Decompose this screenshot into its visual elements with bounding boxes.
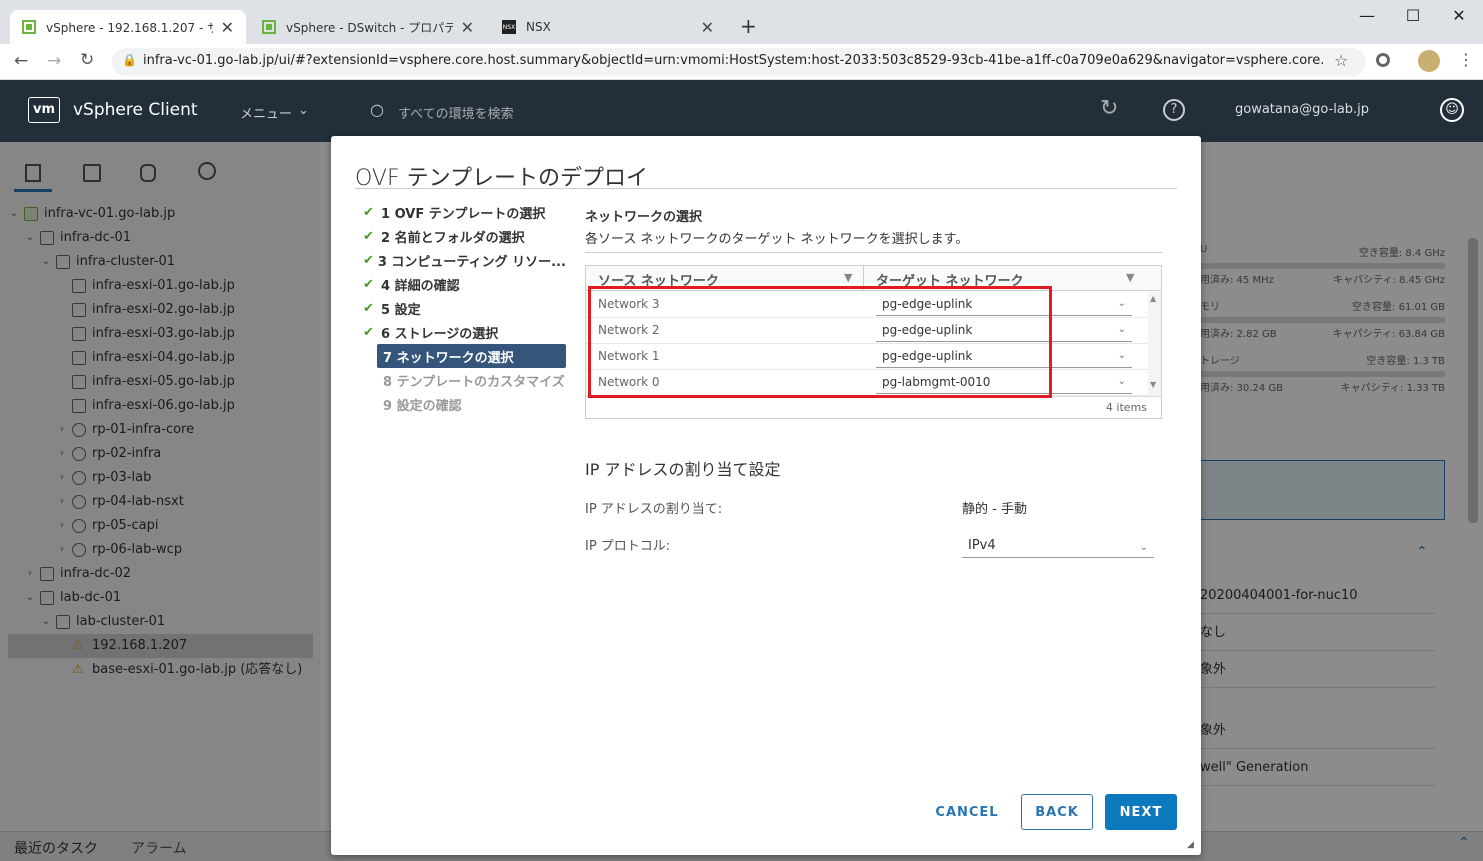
filter-source-icon[interactable]: ▼ [844, 271, 852, 284]
vsphere-favicon-icon [262, 20, 276, 34]
next-button[interactable]: NEXT [1105, 794, 1177, 830]
wizard-step-5[interactable]: ✔ 5 設定 [363, 296, 566, 320]
lock-icon[interactable]: 🔒 [122, 53, 137, 67]
scroll-down-icon[interactable]: ▼ [1150, 380, 1156, 389]
menu-label: メニュー [240, 107, 293, 122]
wizard-step-label: 1 OVF テンプレートの選択 [381, 206, 546, 222]
vm-logo: vm [28, 97, 60, 123]
resize-handle-icon[interactable]: ◢ [1187, 840, 1194, 850]
tab-title: vSphere - 192.168.1.207 - サマリ [46, 20, 213, 35]
global-search-input[interactable]: すべての環境を検索 [398, 103, 514, 122]
section-description: 各ソース ネットワークのターゲット ネットワークを選択します。 [585, 232, 969, 247]
chevron-down-icon: ⌄ [1117, 298, 1126, 309]
browser-tab-vsphere-summary[interactable]: vSphere - 192.168.1.207 - サマリ ✕ [10, 10, 246, 44]
url-text: infra-vc-01.go-lab.jp/ui/#?extensionId=v… [143, 53, 1323, 68]
tab-title: NSX [526, 20, 551, 34]
wizard-step-6[interactable]: ✔ 6 ストレージの選択 [363, 320, 566, 344]
checkmark-icon: ✔ [363, 204, 374, 220]
title-divider [355, 188, 1177, 189]
grid-item-count: 4 items [1105, 401, 1147, 414]
checkmark-icon: ✔ [363, 228, 374, 244]
checkmark-icon: ✔ [363, 252, 374, 268]
extension-icon[interactable] [1376, 53, 1390, 67]
filter-target-icon[interactable]: ▼ [1126, 271, 1134, 284]
close-tab-icon[interactable]: ✕ [461, 18, 474, 37]
ip-protocol-value: IPv4 [968, 538, 996, 553]
close-window-icon[interactable]: ✕ [1449, 6, 1469, 25]
wizard-step-2[interactable]: ✔ 2 名前とフォルダの選択 [363, 224, 566, 248]
ip-section-title: IP アドレスの割り当て設定 [585, 460, 781, 479]
ip-allocation-value: 静的 - 手動 [962, 502, 1027, 517]
chevron-down-icon: ⌄ [1139, 542, 1148, 553]
wizard-step-7[interactable]: 7 ネットワークの選択 [377, 344, 566, 368]
refresh-icon[interactable]: ↻ [1100, 96, 1118, 121]
chevron-down-icon: ⌄ [1117, 350, 1126, 361]
close-tab-icon[interactable]: ✕ [221, 18, 234, 37]
wizard-step-9: 9 設定の確認 [377, 392, 580, 416]
forward-arrow-icon[interactable]: → [47, 51, 61, 71]
wizard-step-label: 4 詳細の確認 [381, 278, 460, 294]
new-tab-icon[interactable]: + [740, 14, 757, 38]
chevron-down-icon: ⌄ [1117, 376, 1126, 387]
highlight-annotation-box [588, 286, 1052, 398]
reload-icon[interactable]: ↻ [80, 50, 94, 70]
wizard-step-label: 8 テンプレートのカスタマイズ [383, 374, 565, 390]
ip-protocol-select[interactable]: IPv4 ⌄ [962, 534, 1154, 558]
wizard-step-label: 5 設定 [381, 302, 421, 318]
smiley-feedback-icon[interactable]: ☺ [1440, 98, 1464, 122]
checkmark-icon: ✔ [363, 276, 374, 292]
minimize-window-icon[interactable]: — [1357, 6, 1377, 25]
wizard-step-label: 3 コンピューティング リソー... [377, 254, 566, 270]
tab-title: vSphere - DSwitch - プロパティ [286, 20, 453, 35]
chevron-down-icon: ⌄ [298, 103, 309, 118]
browser-tab-dswitch[interactable]: vSphere - DSwitch - プロパティ ✕ [250, 10, 486, 44]
browser-tab-nsx[interactable]: NSX NSX ✕ [490, 10, 726, 44]
browser-menu-icon[interactable]: ⋮ [1458, 50, 1474, 69]
wizard-step-8: 8 テンプレートのカスタマイズ [377, 368, 580, 392]
bookmark-star-icon[interactable]: ☆ [1334, 51, 1348, 70]
wizard-step-label: 7 ネットワークの選択 [383, 350, 514, 366]
wizard-step-label: 6 ストレージの選択 [381, 326, 499, 342]
chevron-down-icon: ⌄ [1117, 324, 1126, 335]
profile-avatar[interactable] [1418, 50, 1440, 72]
search-icon: ○ [370, 100, 384, 119]
grid-scrollbar[interactable]: ▲ ▼ [1148, 292, 1161, 396]
back-button[interactable]: BACK [1021, 794, 1093, 830]
back-arrow-icon[interactable]: ← [14, 51, 28, 71]
maximize-window-icon[interactable]: ☐ [1403, 6, 1423, 25]
close-tab-icon[interactable]: ✕ [701, 18, 714, 37]
app-name: vSphere Client [73, 100, 198, 120]
vsphere-favicon-icon [22, 20, 36, 34]
wizard-step-1[interactable]: ✔ 1 OVF テンプレートの選択 [363, 200, 566, 224]
wizard-step-4[interactable]: ✔ 4 詳細の確認 [363, 272, 566, 296]
section-divider [585, 252, 1162, 253]
section-title: ネットワークの選択 [585, 210, 703, 225]
nsx-favicon-icon: NSX [502, 20, 516, 34]
scroll-up-icon[interactable]: ▲ [1150, 294, 1156, 303]
ip-protocol-label: IP プロトコル: [585, 539, 671, 554]
wizard-step-label: 9 設定の確認 [383, 398, 462, 414]
ip-allocation-label: IP アドレスの割り当て: [585, 502, 723, 517]
checkmark-icon: ✔ [363, 300, 374, 316]
help-icon[interactable]: ? [1163, 99, 1185, 121]
menu-dropdown[interactable]: メニュー ⌄ [240, 103, 309, 122]
user-menu[interactable]: gowatana@go-lab.jp [1235, 102, 1369, 117]
ovf-deploy-dialog: OVF テンプレートのデプロイ ✔ 1 OVF テンプレートの選択 ✔ 2 名前とフォ… [331, 136, 1201, 855]
wizard-step-label: 2 名前とフォルダの選択 [381, 230, 525, 246]
wizard-step-3[interactable]: ✔ 3 コンピューティング リソー... [363, 248, 566, 272]
checkmark-icon: ✔ [363, 324, 374, 340]
cancel-button[interactable]: CANCEL [929, 794, 1005, 830]
